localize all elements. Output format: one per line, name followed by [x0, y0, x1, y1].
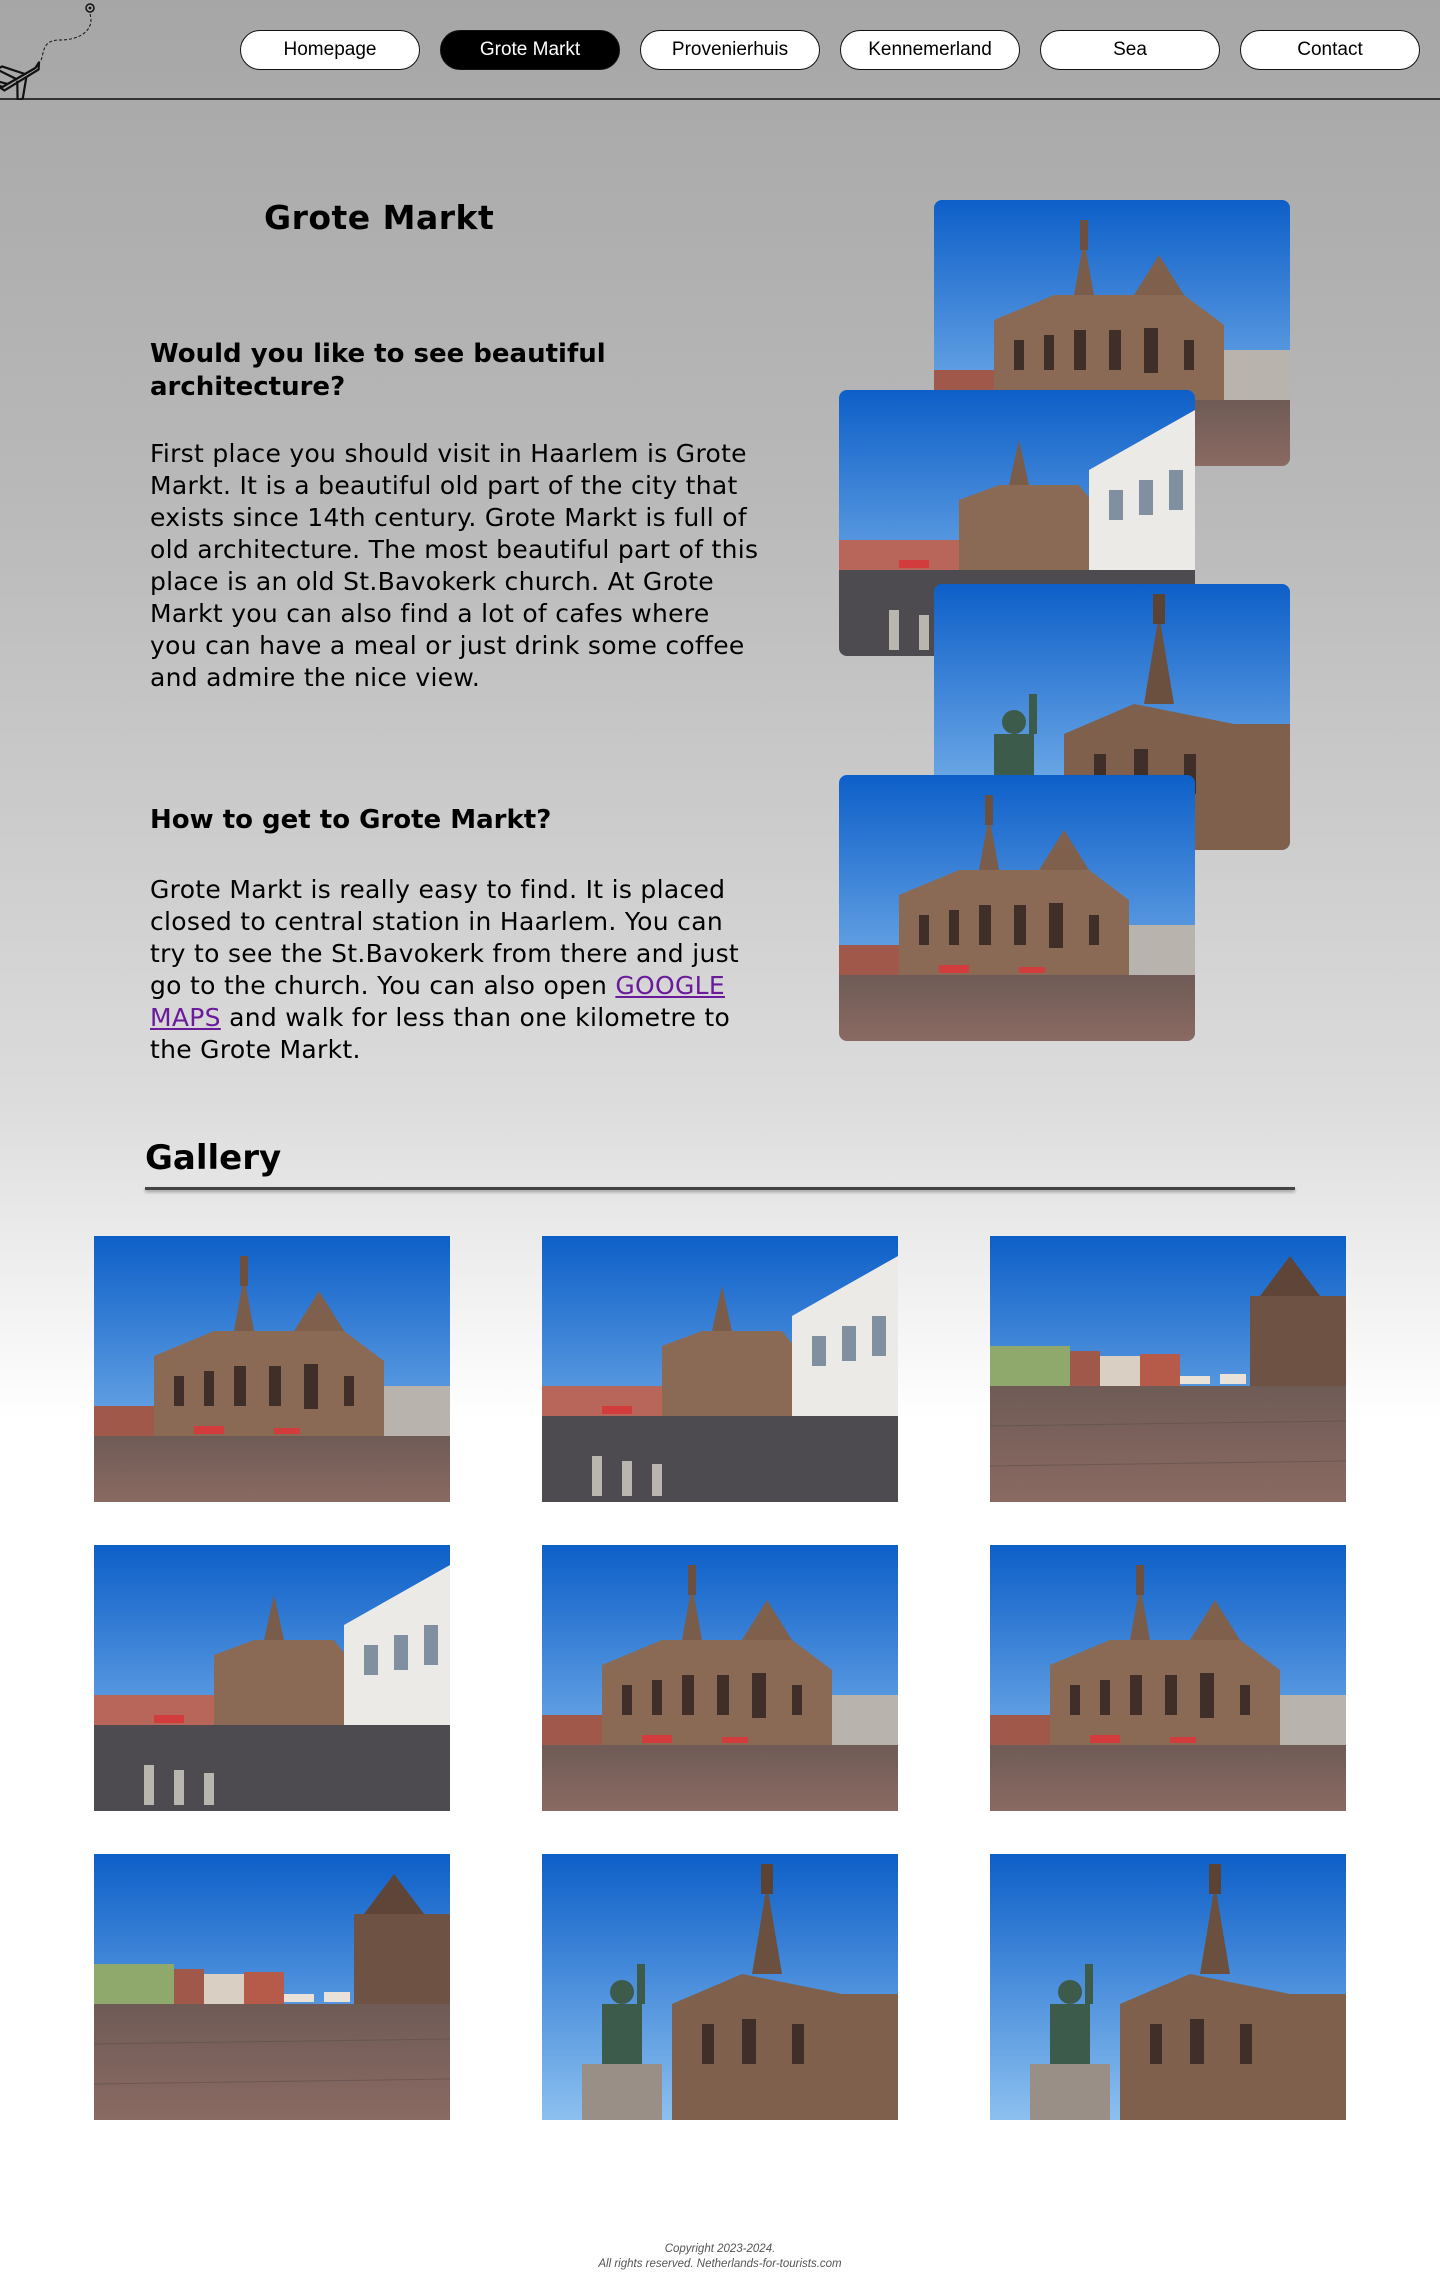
- site-header: Homepage Grote Markt Provenierhuis Kenne…: [0, 0, 1440, 103]
- gallery-photo-2[interactable]: [542, 1236, 898, 1502]
- gallery-photo-7[interactable]: [94, 1854, 450, 2120]
- page-title: Grote Markt: [264, 198, 495, 237]
- nav-grote-markt[interactable]: Grote Markt: [440, 30, 620, 70]
- rights-text: All rights reserved. Netherlands-for-tou…: [598, 2258, 842, 2270]
- gallery-photo-5[interactable]: [542, 1545, 898, 1811]
- gallery-photo-8[interactable]: [542, 1854, 898, 2120]
- directions-paragraph: Grote Markt is really easy to find. It i…: [150, 874, 760, 1066]
- gallery-photo-6[interactable]: [990, 1545, 1346, 1811]
- photo-church-2[interactable]: [839, 775, 1195, 1041]
- site-footer: Copyright 2023-2024. All rights reserved…: [0, 2242, 1440, 2272]
- architecture-heading: Would you like to see beautiful architec…: [150, 339, 606, 402]
- architecture-paragraph: First place you should visit in Haarlem …: [150, 439, 759, 692]
- nav-homepage[interactable]: Homepage: [240, 30, 420, 70]
- gallery-title: Gallery: [145, 1138, 282, 1178]
- nav-provenierhuis[interactable]: Provenierhuis: [640, 30, 820, 70]
- gallery-divider: [145, 1187, 1295, 1190]
- copyright-text: Copyright 2023-2024.: [664, 2243, 776, 2255]
- gallery-photo-1[interactable]: [94, 1236, 450, 1502]
- airplane-route-icon[interactable]: [0, 0, 100, 103]
- nav-contact[interactable]: Contact: [1240, 30, 1420, 70]
- gallery-photo-9[interactable]: [990, 1854, 1346, 2120]
- directions-heading: How to get to Grote Markt?: [150, 805, 552, 835]
- directions-text-after: and walk for less than one kilometre to …: [150, 1003, 731, 1064]
- nav-kennemerland[interactable]: Kennemerland: [840, 30, 1020, 70]
- gallery-photo-4[interactable]: [94, 1545, 450, 1811]
- nav-sea[interactable]: Sea: [1040, 30, 1220, 70]
- gallery-photo-3[interactable]: [990, 1236, 1346, 1502]
